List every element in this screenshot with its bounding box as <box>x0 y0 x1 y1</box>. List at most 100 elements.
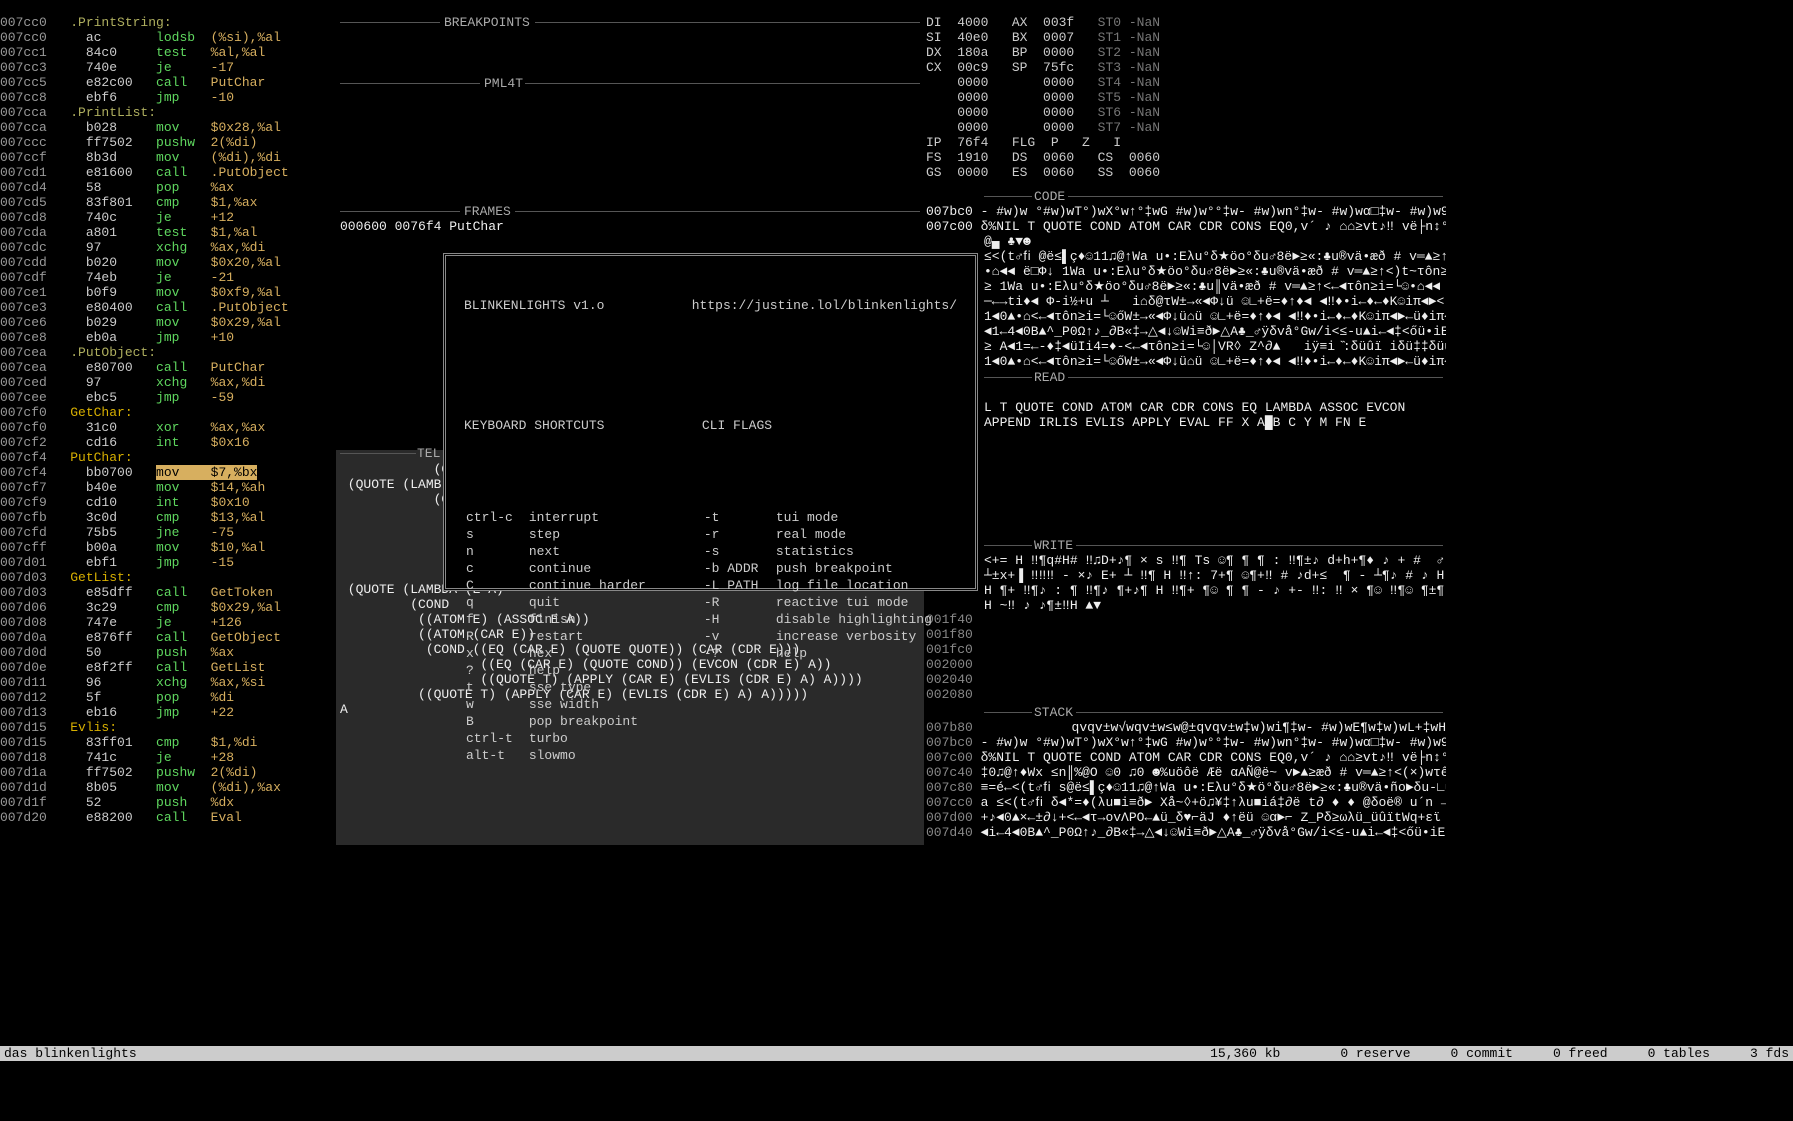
app-title: das blinkenlights <box>4 1046 137 1061</box>
disasm-row: 007cc0 ac lodsb (%si),%al <box>0 30 336 45</box>
register-segment: FS 1910 DS 0060 CS 0060 <box>926 150 1446 165</box>
disasm-row: 007cc5 e82c00 call PutChar <box>0 75 336 90</box>
disasm-row: 007cf4 PutChar: <box>0 450 336 465</box>
disasm-row: 007cf9 cd10 int $0x10 <box>0 495 336 510</box>
disasm-row: 007cdc 97 xchg %ax,%di <box>0 240 336 255</box>
register-row: 0000 0000 ST6 -NaN <box>926 105 1446 120</box>
disasm-row: 007cda a801 test $1,%al <box>0 225 336 240</box>
pml4t-header: PML4T <box>484 76 523 91</box>
stack-row: 007cc0 a ≤<(t♂ﬁ δ◄*=♦(λu■i≡ð► Xå~◊+ö♫¥‡↑… <box>926 795 1446 810</box>
write-line: H ~‼ ♪ ♪¶±‼H ▲▼ <box>984 598 1444 613</box>
disasm-row: 007cf7 b40e mov $14,%ah <box>0 480 336 495</box>
cli-flags-list: -ttui mode-rreal mode-sstatistics-b ADDR… <box>702 508 948 663</box>
disasm-row: 007cc0 .PrintString: <box>0 15 336 30</box>
disasm-row: 007cf0 GetChar: <box>0 405 336 420</box>
write-buffer: <+= H ‼¶q#H# ‼♫D+♪¶ × s ‼¶ Ts ☺¶ ¶ ¶ : ‼… <box>984 553 1444 613</box>
disasm-row: 007d15 Evlis: <box>0 720 336 735</box>
status-bar: das blinkenlights 15,360 kb 0 reserve 0 … <box>0 1046 1793 1061</box>
register-row: 0000 0000 ST7 -NaN <box>926 120 1446 135</box>
write-line: ┴±x+▐ ‼‼‼ - ×♪ E+ ┴ ‼¶ H ‼↑: 7+¶ ☺¶+‼ # … <box>984 568 1444 583</box>
disasm-row: 007cfb 3c0d cmp $13,%al <box>0 510 336 525</box>
help-key-row: wsse width <box>466 697 660 712</box>
disasm-row: 007cea e80700 call PutChar <box>0 360 336 375</box>
read-header: READ <box>1034 370 1065 385</box>
code-line: 007c00 δ%NIL T QUOTE COND ATOM CAR CDR C… <box>926 219 1446 234</box>
help-key-row: sstep <box>466 527 660 542</box>
register-row: SI 40e0 BX 0007 ST1 -NaN <box>926 30 1446 45</box>
kb-shortcuts-title: KEYBOARD SHORTCUTS <box>464 418 662 433</box>
disasm-row: 007cc3 740e je -17 <box>0 60 336 75</box>
status-commit: 0 commit <box>1451 1046 1513 1061</box>
disasm-row: 007d18 741c je +28 <box>0 750 336 765</box>
disasm-row: 007cd1 e81600 call .PutObject <box>0 165 336 180</box>
help-key-row: qquit <box>466 595 660 610</box>
stack-header-row: 007b80 qvqv±w√wqv±w≤w@±qvqv±w‡w)wi¶‡w- #… <box>926 720 1446 735</box>
code-glyph-line: ─←→ti♦◄ Φ-i½+u ┴ i⌂δ@τW±→«◄Φ↓ü ☺∟+ë=♦↑♦◄… <box>926 294 1446 309</box>
frames-header: FRAMES <box>464 204 511 219</box>
disasm-row: 007d1a ff7502 pushw 2(%di) <box>0 765 336 780</box>
disasm-row: 007cca b028 mov $0x28,%al <box>0 120 336 135</box>
disasm-row: 007ccf 8b3d mov (%di),%di <box>0 150 336 165</box>
help-flag-row: -L PATHlog file location <box>704 578 946 593</box>
disasm-row: 007ce8 eb0a jmp +10 <box>0 330 336 345</box>
help-url[interactable]: https://justine.lol/blinkenlights/ <box>692 298 957 313</box>
disasm-row: 007cd5 83f801 cmp $1,%ax <box>0 195 336 210</box>
help-flag-row: -?help <box>704 646 946 661</box>
register-flags: IP 76f4 FLG P Z I <box>926 135 1446 150</box>
register-segment: GS 0000 ES 0060 SS 0060 <box>926 165 1446 180</box>
registers-panel: DI 4000 AX 003f ST0 -NaNSI 40e0 BX 0007 … <box>926 15 1446 180</box>
disasm-row: 007ce1 b0f9 mov $0xf9,%al <box>0 285 336 300</box>
stack-row: 007c80 ≡=é←<(t♂ﬁ s@ë≤▌ç♦☺11♫@↑Wa u•:Eλu°… <box>926 780 1446 795</box>
help-key-row: xhex <box>466 646 660 661</box>
disasm-row: 007cf2 cd16 int $0x16 <box>0 435 336 450</box>
disasm-row: 007d0a e876ff call GetObject <box>0 630 336 645</box>
code-glyph-line: ≥ A◄1=←-♦‡◄üIi4=♦-<←◄τôn≥i=└☺│VR◊ Z^∂▲ i… <box>926 339 1446 354</box>
help-dialog: BLINKENLIGHTS v1.ohttps://justine.lol/bl… <box>443 253 978 591</box>
status-reserve: 0 reserve <box>1340 1046 1410 1061</box>
help-flag-row: -b ADDRpush breakpoint <box>704 561 946 576</box>
disassembly-listing: 007cc0 .PrintString:007cc0 ac lodsb (%si… <box>0 15 336 825</box>
disasm-row: 007cd8 740c je +12 <box>0 210 336 225</box>
status-fds: 3 fds <box>1750 1046 1789 1061</box>
stack-row: 007bc0 - #w)w °#w)wT°)wX°w↑°‡wG #w)w°°‡w… <box>926 735 1446 750</box>
status-freed: 0 freed <box>1553 1046 1608 1061</box>
register-row: 0000 0000 ST5 -NaN <box>926 90 1446 105</box>
code-glyph-line: ≥ 1Wa u•:Eλu°δ★öo°δu♂8ë►≥«:♣u║vä•æð # v═… <box>926 279 1446 294</box>
help-flag-row: -Hdisable highlighting <box>704 612 946 627</box>
code-glyph-line: ◄1←4◄0B▲^_P0Ω↑♪_∂B«‡→△◄↓☺Wi≡ð►△A♣_♂ÿδvå°… <box>926 324 1446 339</box>
write-header: WRITE <box>1034 538 1073 553</box>
disasm-row: 007cdd b020 mov $0x20,%al <box>0 255 336 270</box>
disasm-row: 007d03 e85dff call GetToken <box>0 585 336 600</box>
stack-header: STACK <box>1034 705 1073 720</box>
register-row: DX 180a BP 0000 ST2 -NaN <box>926 45 1446 60</box>
disasm-row: 007cdf 74eb je -21 <box>0 270 336 285</box>
status-mem: 15,360 kb <box>1210 1046 1280 1061</box>
code-line: 007bc0 - #w)w °#w)wT°)wX°w↑°‡wG #w)w°°‡w… <box>926 204 1446 219</box>
help-key-row: nnext <box>466 544 660 559</box>
stack-row: 007c40 ‡0♫@↑♦Wx ≤n║%@O ☺0 ♫0 ☻%uöôë Æë α… <box>926 765 1446 780</box>
disasm-row: 007cee ebc5 jmp -59 <box>0 390 336 405</box>
keyboard-shortcuts-list: ctrl-cinterruptsstepnnextccontinueCconti… <box>464 508 662 765</box>
help-key-row: ctrl-tturbo <box>466 731 660 746</box>
frames-content: 000600 0076f4 PutChar <box>340 219 504 234</box>
disasm-row: 007cff b00a mov $10,%al <box>0 540 336 555</box>
disasm-row: 007d06 3c29 cmp $0x29,%al <box>0 600 336 615</box>
disasm-row: 007cfd 75b5 jne -75 <box>0 525 336 540</box>
disasm-row: 007ce3 e80400 call .PutObject <box>0 300 336 315</box>
disasm-row: 007d12 5f pop %di <box>0 690 336 705</box>
register-row: DI 4000 AX 003f ST0 -NaN <box>926 15 1446 30</box>
help-key-row: Rrestart <box>466 629 660 644</box>
disasm-row: 007d1d 8b05 mov (%di),%ax <box>0 780 336 795</box>
help-key-row: ?help <box>466 663 660 678</box>
read-buffer: L T QUOTE COND ATOM CAR CDR CONS EQ LAMB… <box>984 400 1444 430</box>
code-glyph-line: •⌂◄◄ ë□Φ↓ 1Wa u•:Eλu°δ★öo°δu♂8ë►≥«:♣u®vä… <box>926 264 1446 279</box>
disasm-row: 007cc8 ebf6 jmp -10 <box>0 90 336 105</box>
stack-row: 007d00 +♪◄0▲×←±∂↓+<←◄τ→ovΛPO←▲ü_δ♥⌐äJ ♦↑… <box>926 810 1446 825</box>
help-key-row: ccontinue <box>466 561 660 576</box>
code-header: CODE <box>1034 189 1065 204</box>
register-row: 0000 0000 ST4 -NaN <box>926 75 1446 90</box>
teleprinter-header: TEL <box>417 446 440 461</box>
help-flag-row: -ttui mode <box>704 510 946 525</box>
disasm-row: 007d1f 52 push %dx <box>0 795 336 810</box>
code-glyph-line: 1◄0▲•⌂<←◄τôn≥i=└☺őW±→«◄Φ↓ü⌂ü ☺∟+ë=♦↑♦◄ ◄… <box>926 309 1446 324</box>
